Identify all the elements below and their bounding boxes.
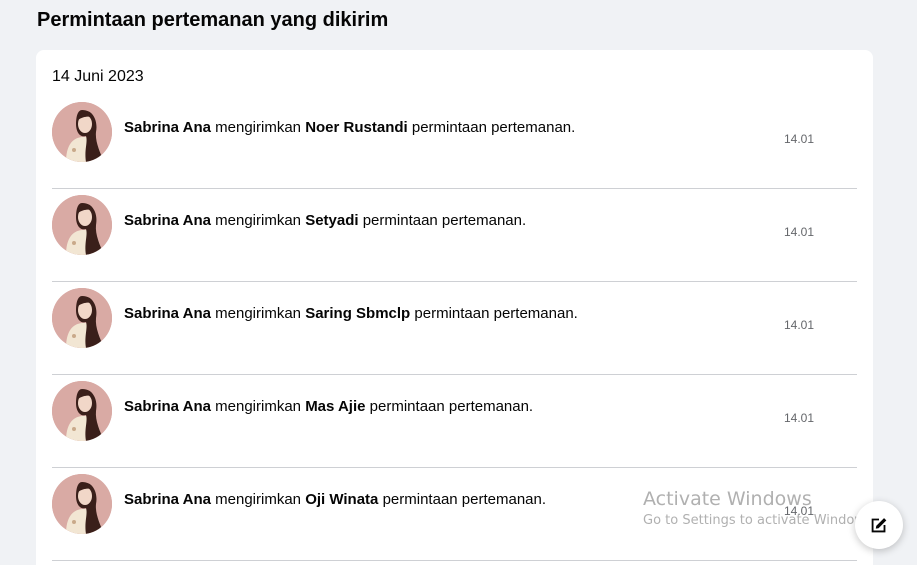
list-item[interactable]: Sabrina Ana mengirimkan Oji Winata permi…: [52, 468, 857, 561]
activity-suffix: permintaan pertemanan.: [369, 398, 534, 415]
sender-name[interactable]: Sabrina Ana: [124, 305, 211, 322]
activity-suffix: permintaan pertemanan.: [362, 212, 527, 229]
avatar[interactable]: [52, 474, 112, 534]
recipient-name[interactable]: Mas Ajie: [305, 398, 365, 415]
recipient-name[interactable]: Saring Sbmclp: [305, 305, 410, 322]
list-item[interactable]: Sabrina Ana mengirimkan Mas Ajie permint…: [52, 375, 857, 468]
sender-name[interactable]: Sabrina Ana: [124, 398, 211, 415]
activity-text: Sabrina Ana mengirimkan Noer Rustandi pe…: [124, 119, 575, 137]
list-item[interactable]: Sabrina Ana mengirimkan Setyadi perminta…: [52, 189, 857, 282]
activity-suffix: permintaan pertemanan.: [382, 491, 547, 508]
activity-verb: mengirimkan: [215, 305, 302, 322]
compose-button[interactable]: [855, 501, 903, 549]
date-header: 14 Juni 2023: [52, 68, 144, 85]
avatar[interactable]: [52, 195, 112, 255]
list-item[interactable]: Sabrina Ana mengirimkan Noer Rustandi pe…: [52, 96, 857, 189]
profile-picture-icon: [52, 474, 112, 534]
activity-text: Sabrina Ana mengirimkan Mas Ajie permint…: [124, 398, 533, 416]
avatar[interactable]: [52, 288, 112, 348]
avatar[interactable]: [52, 102, 112, 162]
activity-verb: mengirimkan: [215, 491, 302, 508]
timestamp: 14.01: [784, 411, 815, 425]
timestamp: 14.01: [784, 504, 815, 518]
recipient-name[interactable]: Noer Rustandi: [305, 119, 408, 136]
profile-picture-icon: [52, 195, 112, 255]
activity-suffix: permintaan pertemanan.: [414, 305, 578, 322]
recipient-name[interactable]: Oji Winata: [305, 491, 378, 508]
activity-text: Sabrina Ana mengirimkan Setyadi perminta…: [124, 212, 526, 230]
profile-picture-icon: [52, 381, 112, 441]
page: Permintaan pertemanan yang dikirim 14 Ju…: [0, 0, 917, 565]
recipient-name[interactable]: Setyadi: [305, 212, 358, 229]
sender-name[interactable]: Sabrina Ana: [124, 119, 211, 136]
activity-text: Sabrina Ana mengirimkan Oji Winata permi…: [124, 491, 546, 509]
timestamp: 14.01: [784, 318, 815, 332]
list-item[interactable]: Sabrina Ana mengirimkan Saring Sbmclp pe…: [52, 282, 857, 375]
page-title: Permintaan pertemanan yang dikirim: [37, 9, 389, 31]
sender-name[interactable]: Sabrina Ana: [124, 491, 211, 508]
profile-picture-icon: [52, 102, 112, 162]
activity-suffix: permintaan pertemanan.: [411, 119, 576, 136]
edit-icon: [871, 518, 887, 533]
avatar[interactable]: [52, 381, 112, 441]
sender-name[interactable]: Sabrina Ana: [124, 212, 211, 229]
timestamp: 14.01: [784, 225, 815, 239]
activity-list: Sabrina Ana mengirimkan Noer Rustandi pe…: [52, 96, 857, 561]
activity-text: Sabrina Ana mengirimkan Saring Sbmclp pe…: [124, 305, 578, 323]
activity-card: 14 Juni 2023 Sabrina Ana mengirimkan Noe…: [36, 50, 873, 565]
timestamp: 14.01: [784, 132, 815, 146]
profile-picture-icon: [52, 288, 112, 348]
activity-verb: mengirimkan: [215, 398, 302, 415]
activity-verb: mengirimkan: [215, 119, 302, 136]
activity-verb: mengirimkan: [215, 212, 302, 229]
